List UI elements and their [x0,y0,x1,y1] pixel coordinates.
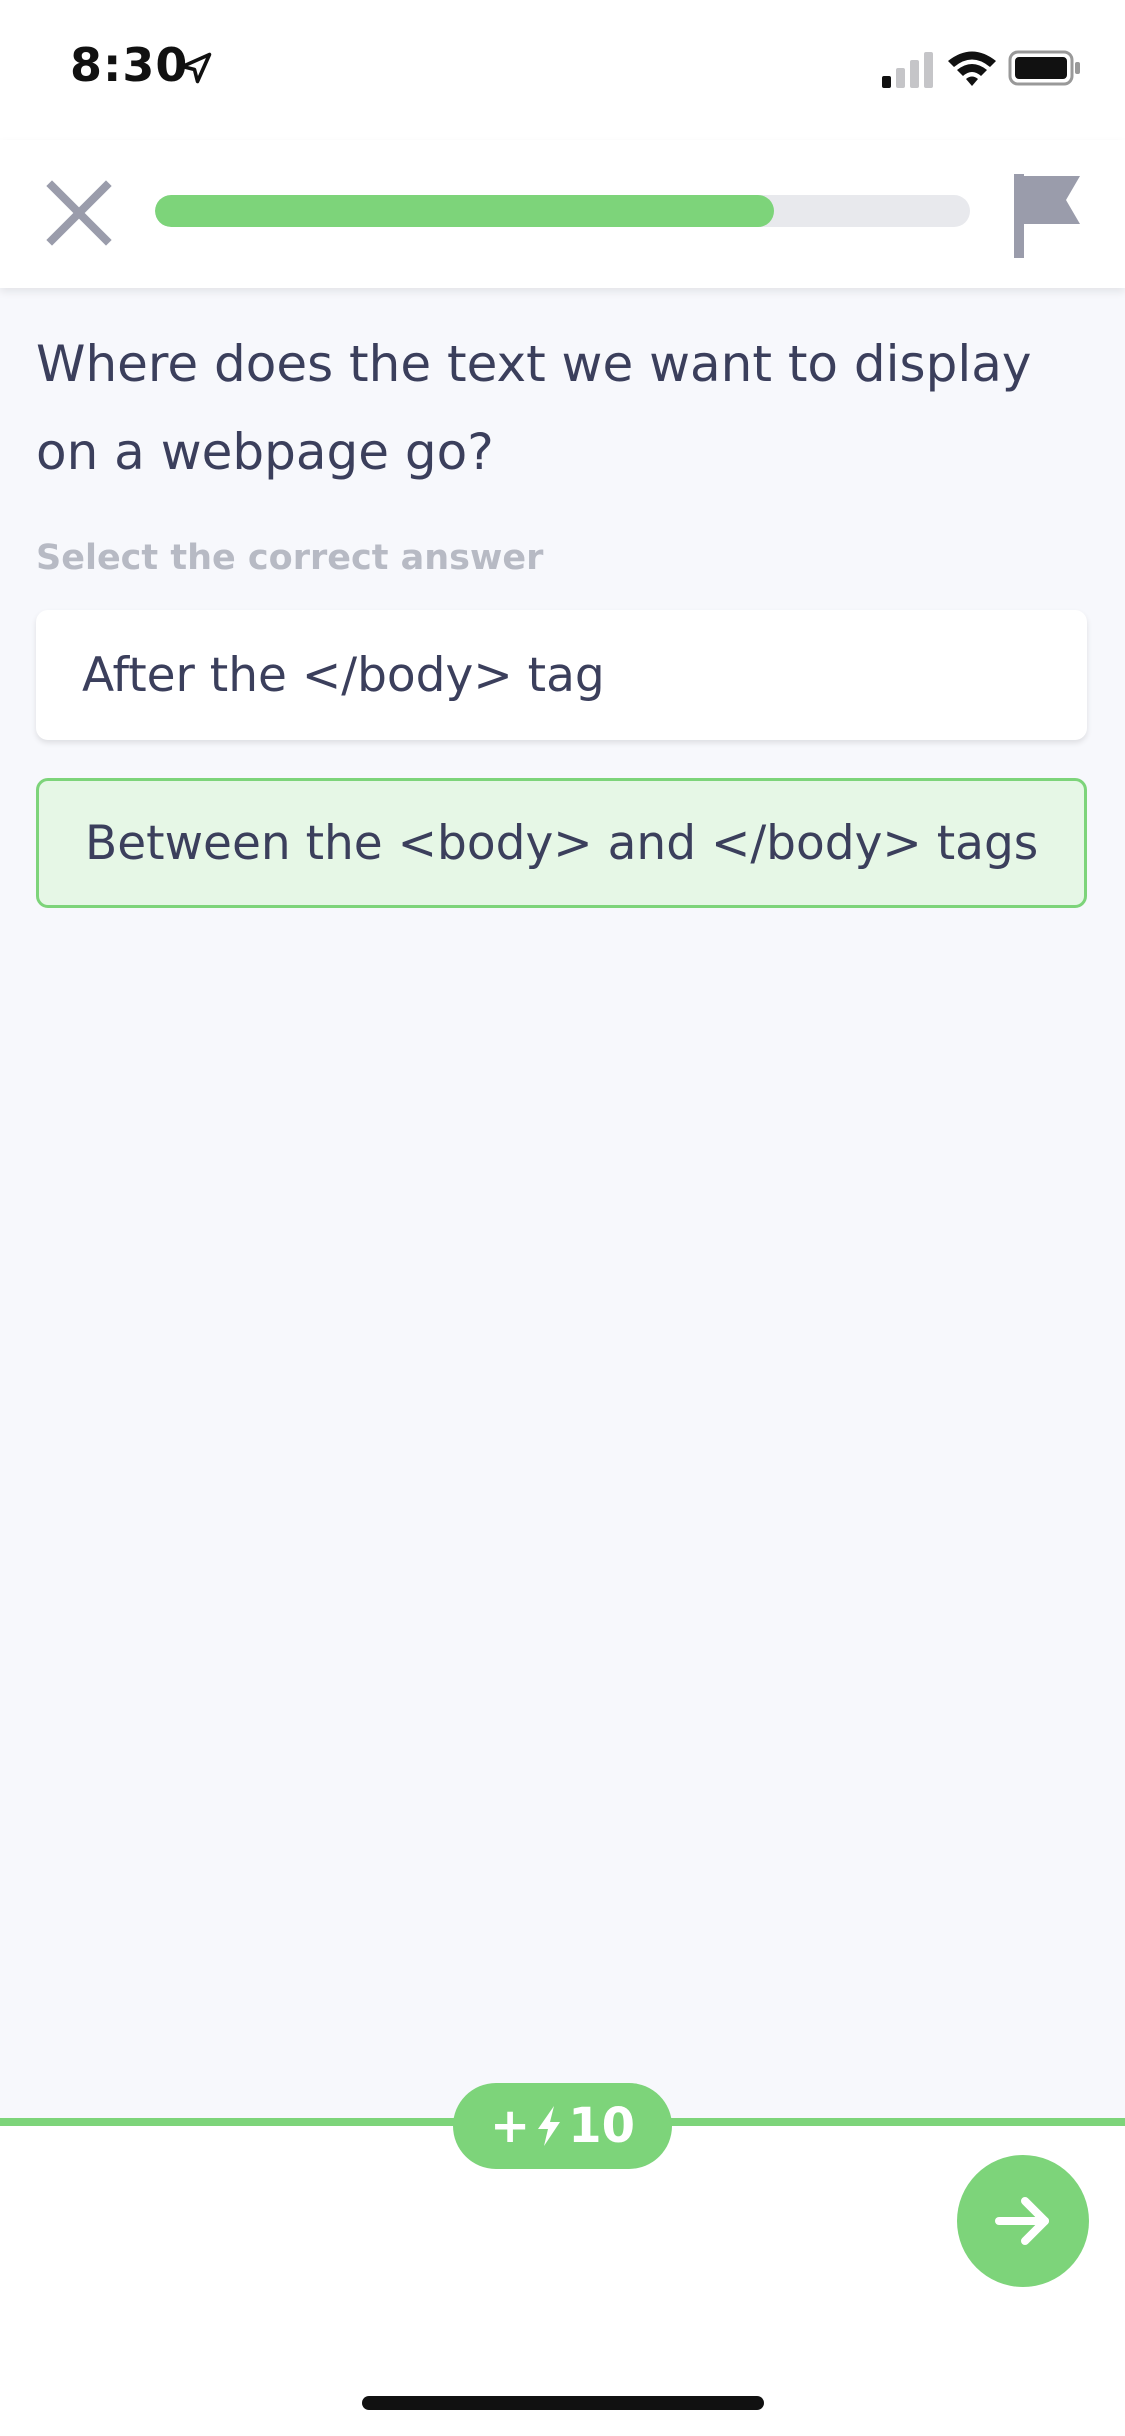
reward-prefix: + [489,2098,531,2154]
answer-label: Between the <body> and </body> tags [85,815,1039,871]
answer-option-selected[interactable]: Between the <body> and </body> tags [36,778,1087,908]
arrow-right-icon [995,2197,1049,2245]
wifi-icon [948,51,996,86]
reward-badge: + 10 [453,2083,672,2169]
cellular-signal-icon [882,52,933,88]
next-button[interactable] [957,2155,1089,2287]
status-bar: 8:30 [0,0,1125,140]
answer-label: After the </body> tag [82,647,605,703]
progress-bar [155,195,970,227]
home-indicator [362,2396,764,2410]
status-time: 8:30 [70,38,189,92]
flag-icon[interactable] [1010,170,1090,260]
instruction-text: Select the correct answer [36,538,544,578]
reward-amount: 10 [568,2098,635,2154]
bottom-panel [0,2122,1125,2436]
quiz-header [0,140,1125,288]
question-text: Where does the text we want to display o… [36,335,1032,481]
progress-fill [155,195,775,227]
location-arrow-icon [180,52,212,84]
bolt-icon [538,2106,561,2146]
close-icon[interactable] [44,178,114,248]
battery-icon [1008,50,1080,86]
answer-option[interactable]: After the </body> tag [36,610,1087,740]
